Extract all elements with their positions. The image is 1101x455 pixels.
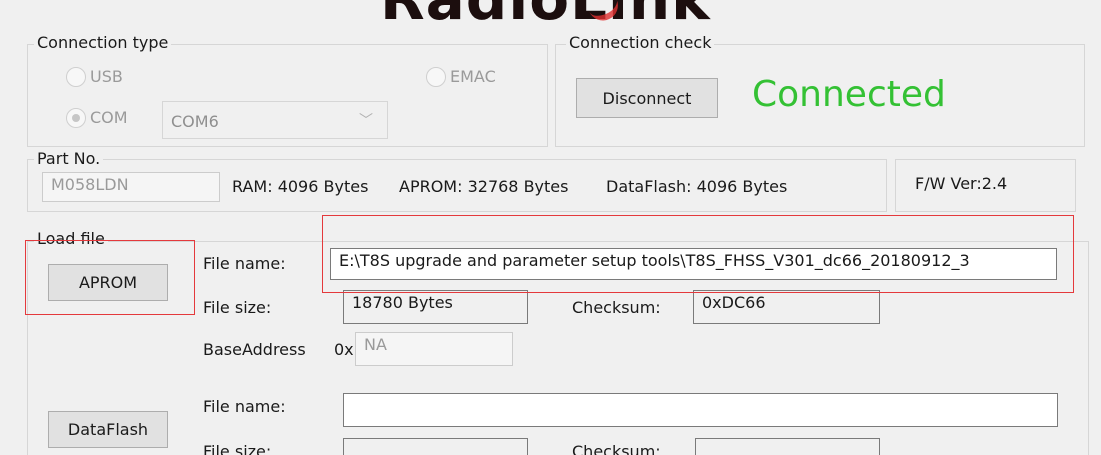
ram-info: RAM: 4096 Bytes [232,177,369,196]
chevron-down-icon: ﹀ [359,113,373,129]
com-label: COM [90,108,128,127]
isp-tool-window: RadioLink Connection type USB EMAC COM C… [0,0,1101,455]
aprom-file-size-label: File size: [203,298,272,317]
dataflash-button[interactable]: DataFlash [48,411,168,448]
usb-radio[interactable] [66,67,86,87]
dataflash-checksum-field [695,438,880,455]
base-address-field[interactable]: NA [355,332,513,366]
com-radio[interactable] [66,108,86,128]
load-file-title: Load file [34,230,108,248]
dataflash-file-size-label: File size: [203,442,272,455]
com-port-value: COM6 [171,112,219,131]
aprom-file-name-field[interactable]: E:\T8S upgrade and parameter setup tools… [330,248,1057,280]
connection-check-title: Connection check [566,34,715,52]
emac-label: EMAC [450,67,496,86]
aprom-info: APROM: 32768 Bytes [399,177,569,196]
dataflash-file-name-field[interactable] [343,393,1058,427]
aprom-button[interactable]: APROM [48,264,168,301]
connection-status: Connected [752,74,946,115]
part-no-field: M058LDN [42,172,220,202]
base-address-prefix: 0x [334,340,354,359]
usb-label: USB [90,67,123,86]
fw-version: F/W Ver:2.4 [915,174,1008,193]
base-address-label: BaseAddress [203,340,306,359]
connection-type-title: Connection type [34,34,172,52]
emac-radio[interactable] [426,67,446,87]
disconnect-button[interactable]: Disconnect [576,78,718,118]
com-port-select[interactable]: COM6 ﹀ [162,101,388,139]
radiolink-logo: RadioLink [380,0,711,28]
dataflash-file-name-label: File name: [203,397,286,416]
dataflash-checksum-label: Checksum: [572,442,661,455]
aprom-file-size-field: 18780 Bytes [343,290,528,324]
aprom-checksum-field: 0xDC66 [693,290,880,324]
part-no-title: Part No. [34,150,104,168]
aprom-file-name-label: File name: [203,254,286,273]
dataflash-file-size-field [343,438,528,455]
aprom-checksum-label: Checksum: [572,298,661,317]
dataflash-info: DataFlash: 4096 Bytes [606,177,788,196]
